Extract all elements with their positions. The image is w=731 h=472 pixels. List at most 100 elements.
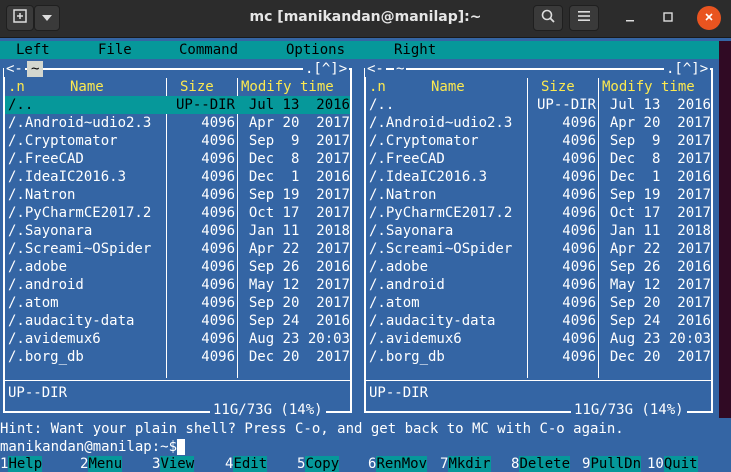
fkey-delete[interactable]: 8Delete — [511, 456, 571, 472]
file-size: 4096 — [562, 349, 596, 365]
menu-left[interactable]: Left — [16, 41, 50, 59]
right-file-panel[interactable]: <- ~ .[^]> .n Name Size Modify time /.. U… — [361, 59, 716, 419]
file-size: 4096 — [201, 313, 235, 329]
file-size: 4096 — [201, 205, 235, 221]
file-size: UP--DIR — [536, 97, 596, 113]
file-name: /.Natron — [369, 187, 437, 203]
file-modify-time: Jan 11 2018 — [609, 223, 711, 239]
close-icon — [704, 10, 714, 26]
file-size: 4096 — [562, 187, 596, 203]
file-name: /.avidemux6 — [369, 331, 462, 347]
file-name: /.borg_db — [8, 349, 84, 365]
file-size: 4096 — [562, 259, 596, 275]
window-titlebar: mc [manikandan@manilap]:~ — [0, 0, 731, 38]
file-name: /.adobe — [369, 259, 429, 275]
panel-history-left[interactable]: <- — [4, 60, 25, 78]
search-icon — [541, 9, 555, 27]
menu-command[interactable]: Command — [179, 41, 238, 59]
fkey-edit[interactable]: 4Edit — [225, 456, 268, 472]
fkey-help[interactable]: 1Help — [0, 456, 43, 472]
file-name: /.atom — [369, 295, 420, 311]
col-header-name[interactable]: Name — [70, 78, 104, 96]
file-modify-time: Sep 24 2016 — [248, 313, 350, 329]
file-name: /.Natron — [8, 187, 76, 203]
fkey-renmov[interactable]: 6RenMov — [368, 456, 428, 472]
panel-history-left[interactable]: <- — [365, 60, 386, 78]
file-size: 4096 — [562, 151, 596, 167]
panel-mini-status: UP--DIR — [8, 385, 68, 401]
menu-file[interactable]: File — [98, 41, 132, 59]
file-name: /.Cryptomator — [369, 133, 479, 149]
file-modify-time: Aug 23 20:03 — [609, 331, 711, 347]
hamburger-menu-button[interactable] — [569, 5, 599, 31]
file-modify-time: Aug 23 20:03 — [248, 331, 350, 347]
file-size: 4096 — [562, 205, 596, 221]
fkey-quit[interactable]: 10Quit — [647, 456, 698, 472]
col-header-size[interactable]: Size — [180, 78, 214, 96]
file-size: 4096 — [562, 223, 596, 239]
col-header-name[interactable]: Name — [431, 78, 465, 96]
fkey-pulldn[interactable]: 9PullDn — [582, 456, 642, 472]
file-name: /.audacity-data — [369, 313, 496, 329]
disk-usage: 11G/73G (14%) — [571, 401, 687, 419]
file-modify-time: Sep 26 2016 — [609, 259, 711, 275]
fkey-mkdir[interactable]: 7Mkdir — [440, 456, 491, 472]
file-name: /.Cryptomator — [8, 133, 118, 149]
minimize-button[interactable] — [618, 6, 642, 30]
file-size: 4096 — [201, 151, 235, 167]
panel-top-controls[interactable]: .[^]> — [303, 60, 350, 78]
file-modify-time: Sep 19 2017 — [609, 187, 711, 203]
file-modify-time: May 12 2017 — [248, 277, 350, 293]
file-name: /.android — [369, 277, 445, 293]
file-size: 4096 — [562, 169, 596, 185]
file-modify-time: Oct 17 2017 — [248, 205, 350, 221]
file-modify-time: Sep 9 2017 — [248, 133, 350, 149]
maximize-icon — [663, 11, 673, 26]
file-name: /.FreeCAD — [8, 151, 84, 167]
col-header-sort[interactable]: .n — [8, 78, 25, 96]
hamburger-icon — [578, 10, 590, 26]
file-modify-time: Sep 20 2017 — [609, 295, 711, 311]
file-size: 4096 — [562, 241, 596, 257]
file-size: 4096 — [201, 115, 235, 131]
shell-prompt[interactable]: manikandan@manilap:~$ — [0, 438, 731, 456]
file-size: 4096 — [201, 133, 235, 149]
menu-options[interactable]: Options — [286, 41, 345, 59]
col-header-time[interactable]: Modify time — [241, 78, 334, 96]
file-name: /.Screami~OSpider — [8, 241, 152, 257]
col-header-size[interactable]: Size — [541, 78, 575, 96]
maximize-button[interactable] — [656, 6, 680, 30]
fkey-copy[interactable]: 5Copy — [297, 456, 340, 472]
left-file-panel[interactable]: <- ~ .[^]> .n Name Size Modify time /.. U… — [0, 59, 355, 419]
file-name: /.PyCharmCE2017.2 — [8, 205, 152, 221]
file-modify-time: Jan 11 2018 — [248, 223, 350, 239]
file-modify-time: Sep 24 2016 — [609, 313, 711, 329]
file-modify-time: Apr 20 2017 — [609, 115, 711, 131]
file-size: 4096 — [201, 241, 235, 257]
panel-dir-label: ~ — [394, 61, 407, 77]
disk-usage: 11G/73G (14%) — [210, 401, 326, 419]
fkey-view[interactable]: 3View — [152, 456, 195, 472]
file-size: 4096 — [562, 277, 596, 293]
col-header-time[interactable]: Modify time — [602, 78, 695, 96]
file-size: 4096 — [201, 259, 235, 275]
menu-right[interactable]: Right — [394, 41, 436, 59]
file-modify-time: Dec 1 2016 — [609, 169, 711, 185]
file-name: /.PyCharmCE2017.2 — [369, 205, 513, 221]
file-size: 4096 — [201, 331, 235, 347]
file-name: /.atom — [8, 295, 59, 311]
close-button[interactable] — [697, 6, 721, 30]
minimize-icon — [625, 11, 635, 26]
fkey-menu[interactable]: 2Menu — [80, 456, 123, 472]
hint-line: Hint: Want your plain shell? Press C-o, … — [0, 421, 624, 437]
file-size: 4096 — [201, 349, 235, 365]
file-name: /.Screami~OSpider — [369, 241, 513, 257]
file-size: 4096 — [201, 187, 235, 203]
file-size: 4096 — [201, 277, 235, 293]
file-modify-time: Dec 1 2016 — [248, 169, 350, 185]
file-modify-time: Dec 8 2017 — [248, 151, 350, 167]
file-name: /.Android~udio2.3 — [369, 115, 513, 131]
panel-top-controls[interactable]: .[^]> — [664, 60, 711, 78]
search-button[interactable] — [533, 5, 563, 31]
col-header-sort[interactable]: .n — [369, 78, 386, 96]
